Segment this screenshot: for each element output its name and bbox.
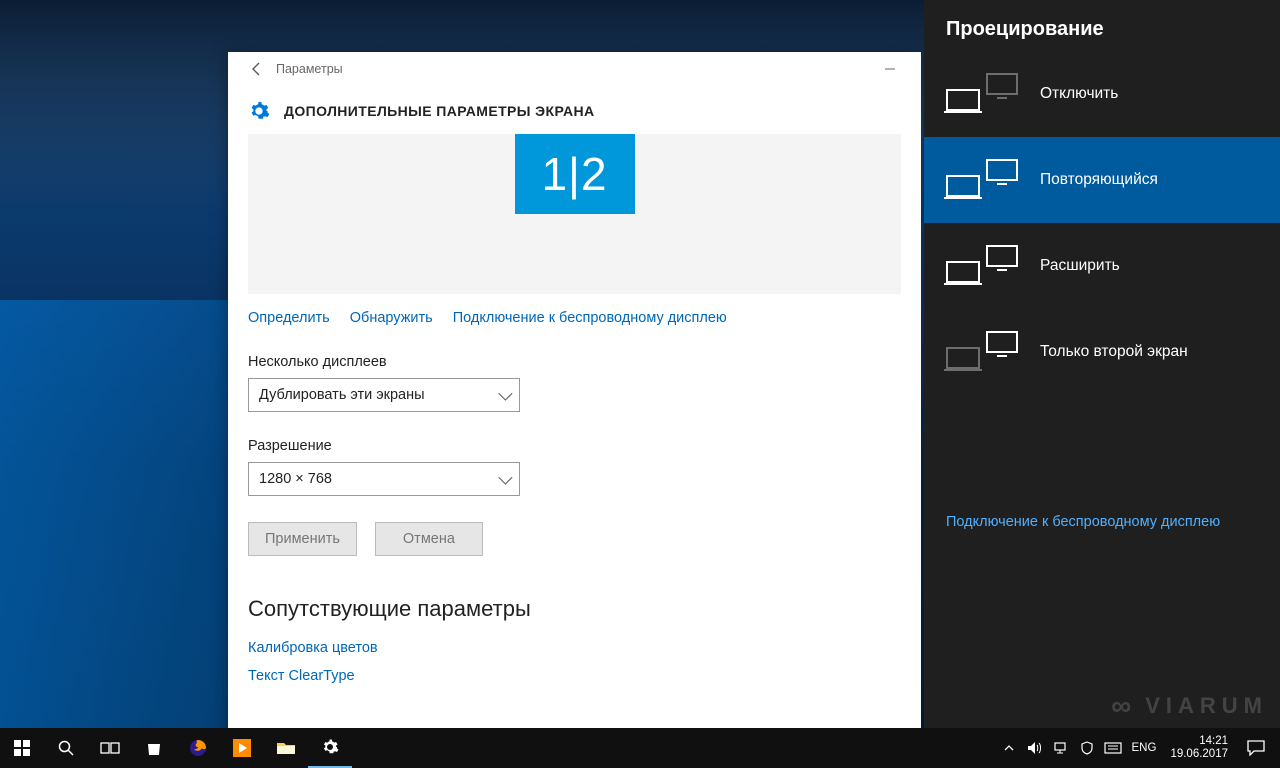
apply-button[interactable]: Применить xyxy=(248,522,357,556)
taskbar-app-media[interactable] xyxy=(220,728,264,768)
related-settings-title: Сопутствующие параметры xyxy=(248,596,901,622)
identify-link[interactable]: Определить xyxy=(248,310,330,326)
start-button[interactable] xyxy=(0,728,44,768)
project-panel-title: Проецирование xyxy=(924,0,1280,51)
taskbar-app-firefox[interactable] xyxy=(176,728,220,768)
project-panel: Проецирование Отключить Повторяющийся Ра… xyxy=(924,0,1280,728)
taskbar-app-explorer[interactable] xyxy=(264,728,308,768)
chevron-down-icon xyxy=(498,387,512,401)
project-option-label: Повторяющийся xyxy=(1040,171,1158,189)
tray-time: 14:21 xyxy=(1170,735,1228,748)
tray-network-icon[interactable] xyxy=(1048,728,1074,768)
back-button[interactable] xyxy=(238,52,276,85)
watermark-text: VIARUM xyxy=(1145,693,1268,719)
tray-volume-icon[interactable] xyxy=(1022,728,1048,768)
search-button[interactable] xyxy=(44,728,88,768)
tray-chevron-up-icon[interactable] xyxy=(996,728,1022,768)
detect-link[interactable]: Обнаружить xyxy=(350,310,433,326)
window-title: Параметры xyxy=(276,62,343,76)
action-center-button[interactable] xyxy=(1236,728,1276,768)
project-options-list: Отключить Повторяющийся Расширить Только… xyxy=(924,51,1280,395)
color-calibration-link[interactable]: Калибровка цветов xyxy=(248,640,901,656)
watermark: ∞ VIARUM xyxy=(1111,690,1268,722)
project-option-extend[interactable]: Расширить xyxy=(924,223,1280,309)
tray-defender-icon[interactable] xyxy=(1074,728,1100,768)
task-view-button[interactable] xyxy=(88,728,132,768)
taskbar: ENG 14:21 19.06.2017 xyxy=(0,728,1280,768)
disconnect-icon xyxy=(946,73,1018,115)
project-option-disconnect[interactable]: Отключить xyxy=(924,51,1280,137)
display-tile-label: 1|2 xyxy=(541,147,607,201)
project-wireless-link[interactable]: Подключение к беспроводному дисплею xyxy=(924,496,1280,548)
settings-content: 1|2 Определить Обнаружить Подключение к … xyxy=(228,134,921,754)
cleartype-link[interactable]: Текст ClearType xyxy=(248,668,901,684)
window-titlebar[interactable]: Параметры xyxy=(228,52,921,86)
resolution-value: 1280 × 768 xyxy=(259,471,332,487)
display-tile[interactable]: 1|2 xyxy=(515,134,635,214)
tray-clock[interactable]: 14:21 19.06.2017 xyxy=(1162,735,1236,761)
taskbar-app-settings[interactable] xyxy=(308,728,352,768)
project-option-label: Только второй экран xyxy=(1040,343,1188,361)
resolution-dropdown[interactable]: 1280 × 768 xyxy=(248,462,520,496)
tray-date: 19.06.2017 xyxy=(1170,748,1228,761)
second-only-icon xyxy=(946,331,1018,373)
multiple-displays-value: Дублировать эти экраны xyxy=(259,387,425,403)
settings-window: Параметры ДОПОЛНИТЕЛЬНЫЕ ПАРАМЕТРЫ ЭКРАН… xyxy=(228,52,921,754)
extend-icon xyxy=(946,245,1018,287)
duplicate-icon xyxy=(946,159,1018,201)
taskbar-app-store[interactable] xyxy=(132,728,176,768)
connect-wireless-link[interactable]: Подключение к беспроводному дисплею xyxy=(453,310,727,326)
multiple-displays-label: Несколько дисплеев xyxy=(248,354,901,370)
page-title: ДОПОЛНИТЕЛЬНЫЕ ПАРАМЕТРЫ ЭКРАНА xyxy=(284,103,595,119)
project-option-label: Отключить xyxy=(1040,85,1118,103)
gear-icon xyxy=(248,100,270,122)
cancel-button[interactable]: Отмена xyxy=(375,522,483,556)
tray-language[interactable]: ENG xyxy=(1126,742,1163,754)
resolution-label: Разрешение xyxy=(248,438,901,454)
minimize-button[interactable] xyxy=(869,52,911,85)
display-preview-area: 1|2 xyxy=(248,134,901,294)
chevron-down-icon xyxy=(498,471,512,485)
project-option-second-only[interactable]: Только второй экран xyxy=(924,309,1280,395)
tray-keyboard-icon[interactable] xyxy=(1100,728,1126,768)
project-option-label: Расширить xyxy=(1040,257,1120,275)
project-option-duplicate[interactable]: Повторяющийся xyxy=(924,137,1280,223)
page-header: ДОПОЛНИТЕЛЬНЫЕ ПАРАМЕТРЫ ЭКРАНА xyxy=(228,86,921,134)
multiple-displays-dropdown[interactable]: Дублировать эти экраны xyxy=(248,378,520,412)
